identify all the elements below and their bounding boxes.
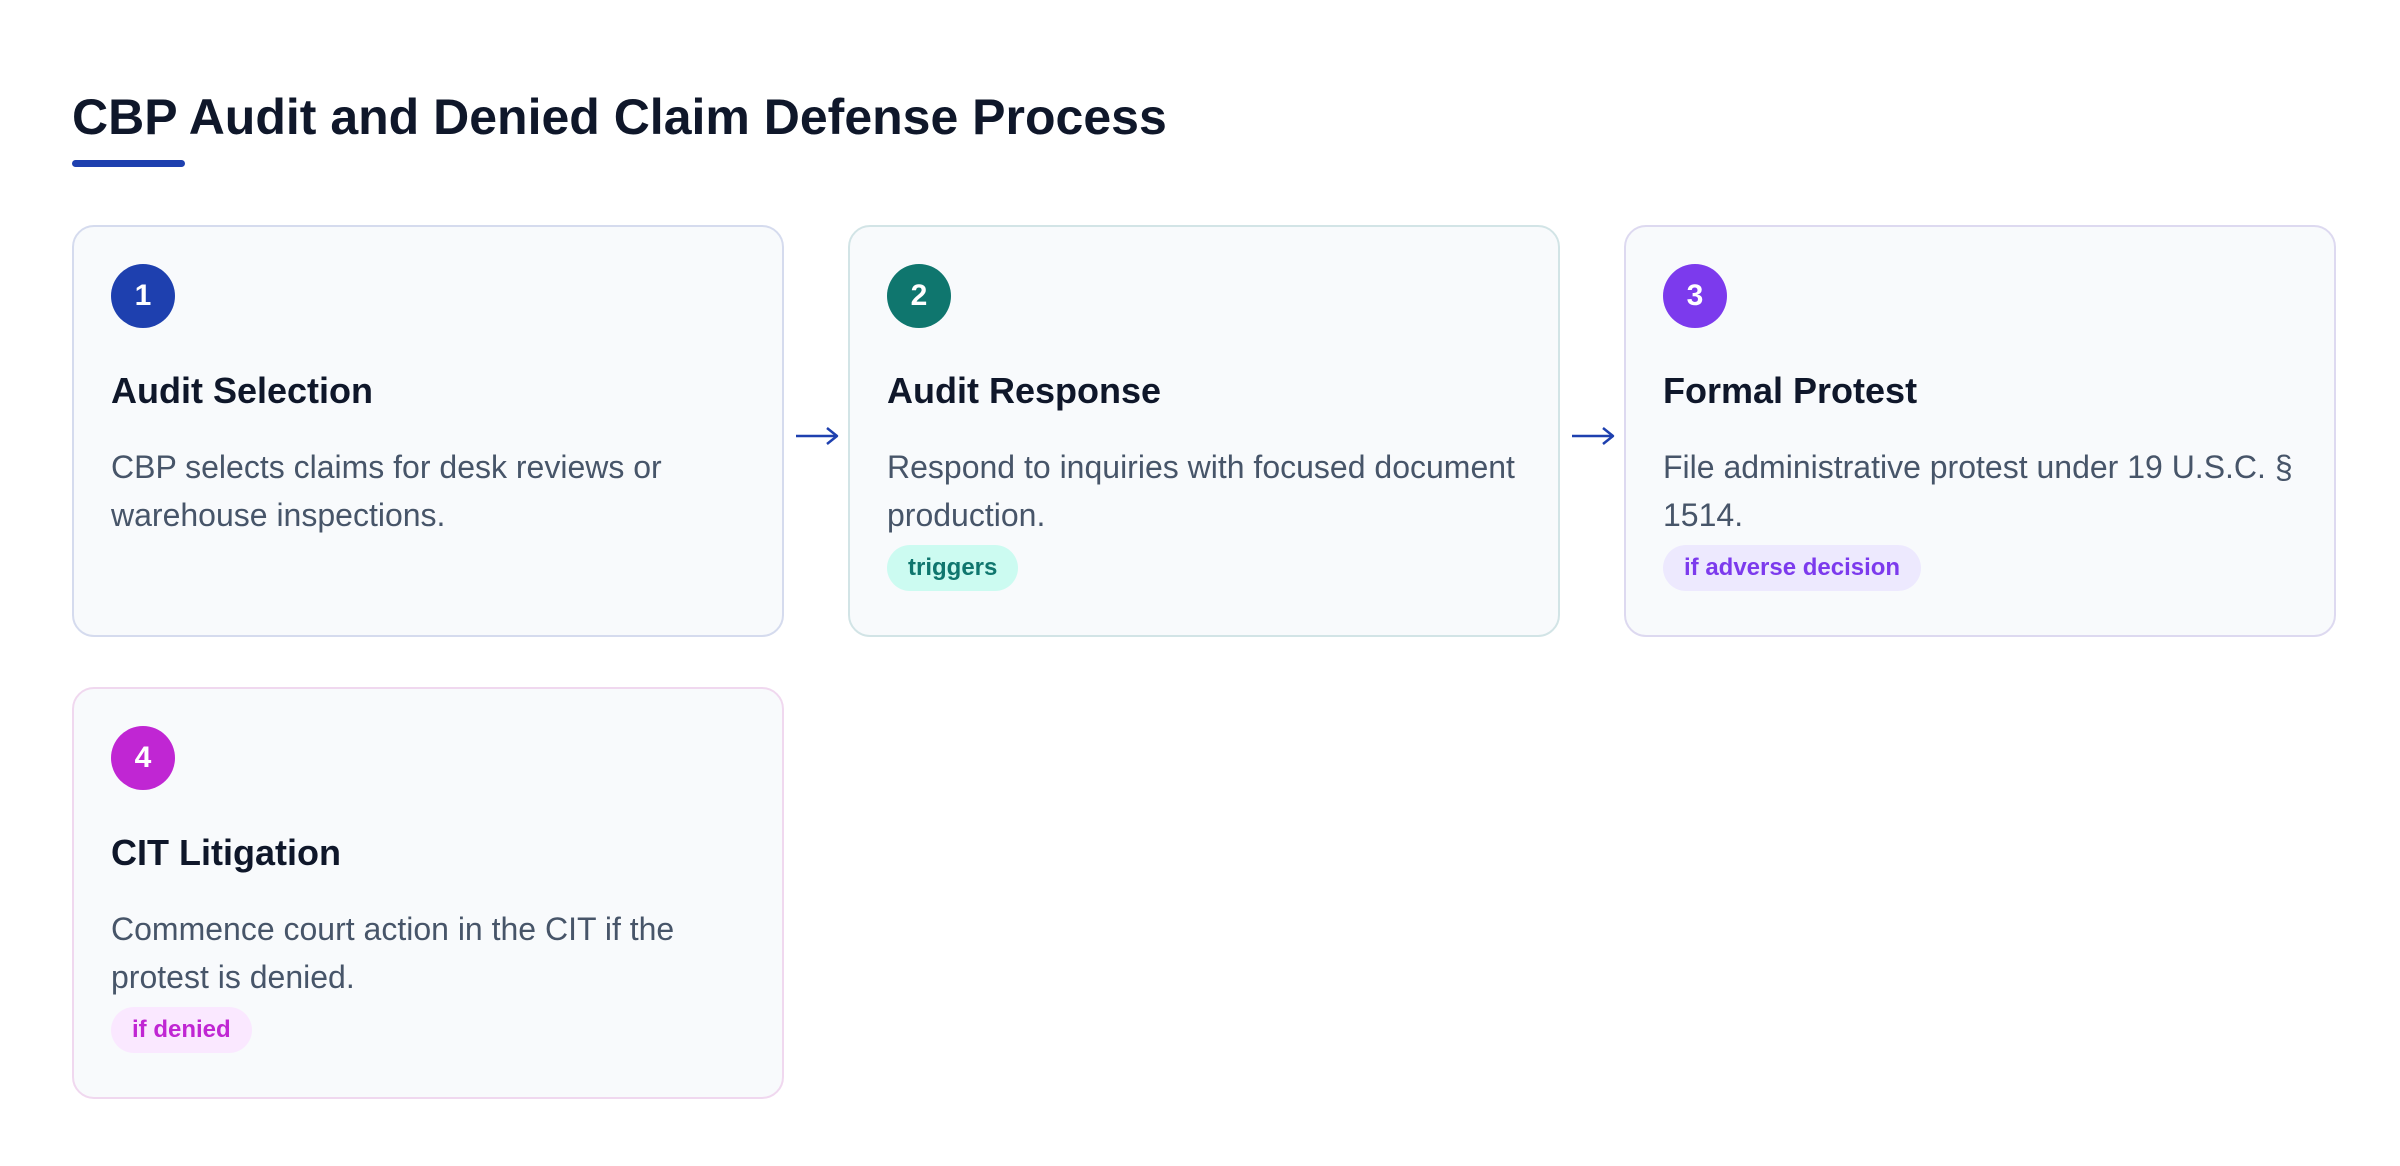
step-number-badge: 1 [111,264,175,328]
step-description: CBP selects claims for desk reviews or w… [111,449,662,533]
step-number-badge: 2 [887,264,951,328]
step-tag: if denied [111,1007,252,1053]
step-title: CIT Litigation [111,832,341,873]
step-card-audit-response: 2 Audit Response Respond to inquiries wi… [848,225,1560,637]
title-underline [72,160,185,167]
step-tag: if adverse decision [1663,545,1922,591]
right-arrow-icon [1572,427,1615,445]
step-number-badge: 4 [111,726,175,790]
step-tag: triggers [887,545,1019,591]
process-diagram: CBP Audit and Denied Claim Defense Proce… [0,0,2400,1166]
page-title: CBP Audit and Denied Claim Defense Proce… [72,89,1167,145]
step-card-audit-selection: 1 Audit Selection CBP selects claims for… [72,225,784,637]
step-title: Audit Response [887,370,1162,411]
right-arrow-icon [796,427,839,445]
step-number-badge: 3 [1663,264,1727,328]
step-description: File administrative protest under 19 U.S… [1663,449,2293,533]
step-title: Audit Selection [111,370,374,411]
step-description: Respond to inquiries with focused docume… [887,449,1515,533]
step-title: Formal Protest [1663,370,1918,411]
step-description: Commence court action in the CIT if the … [111,911,675,995]
step-card-cit-litigation: 4 CIT Litigation Commence court action i… [72,687,784,1099]
step-card-formal-protest: 3 Formal Protest File administrative pro… [1624,225,2336,637]
